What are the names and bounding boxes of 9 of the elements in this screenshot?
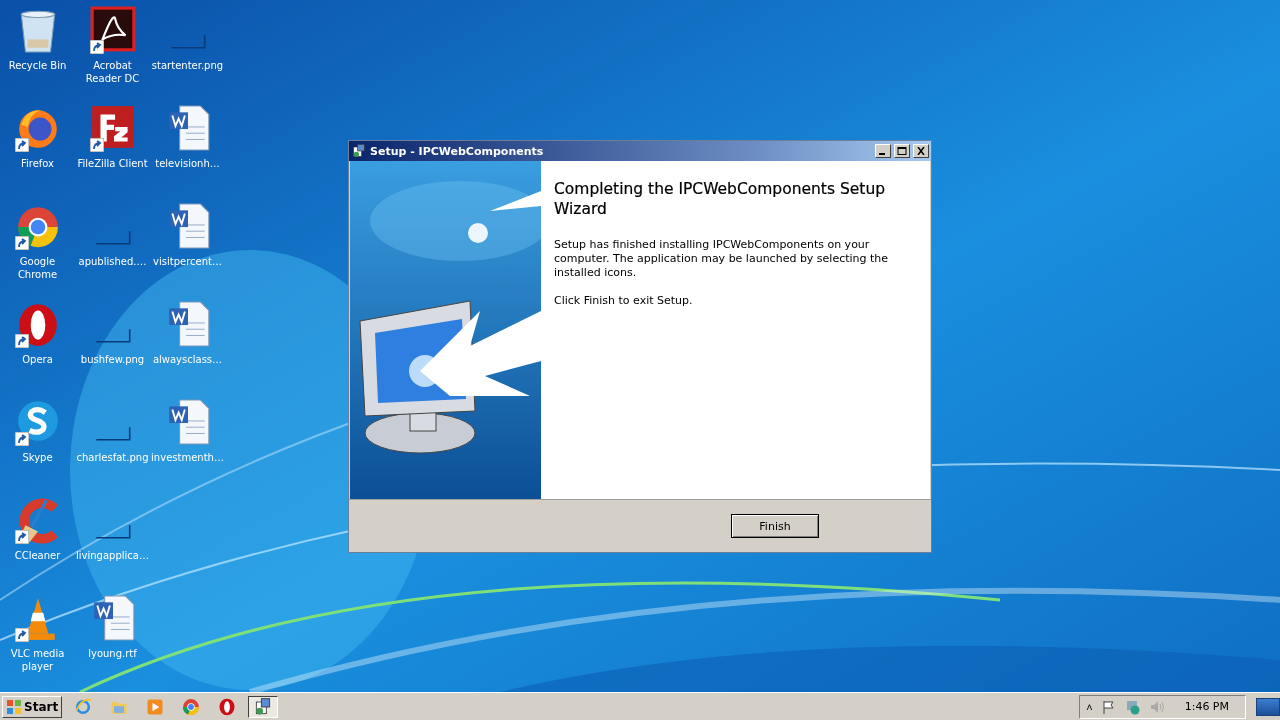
start-button[interactable]: Start <box>2 695 63 718</box>
windows-logo-icon <box>6 698 22 715</box>
clock[interactable]: 1:46 PM <box>1184 700 1229 713</box>
show-hidden-icons-button[interactable]: ˄ <box>1086 700 1093 713</box>
show-desktop-button[interactable] <box>1256 697 1280 716</box>
ie-icon <box>73 696 94 717</box>
taskbar-button[interactable] <box>248 695 279 718</box>
flag-icon[interactable] <box>1100 698 1117 715</box>
chrome-icon <box>181 696 202 717</box>
